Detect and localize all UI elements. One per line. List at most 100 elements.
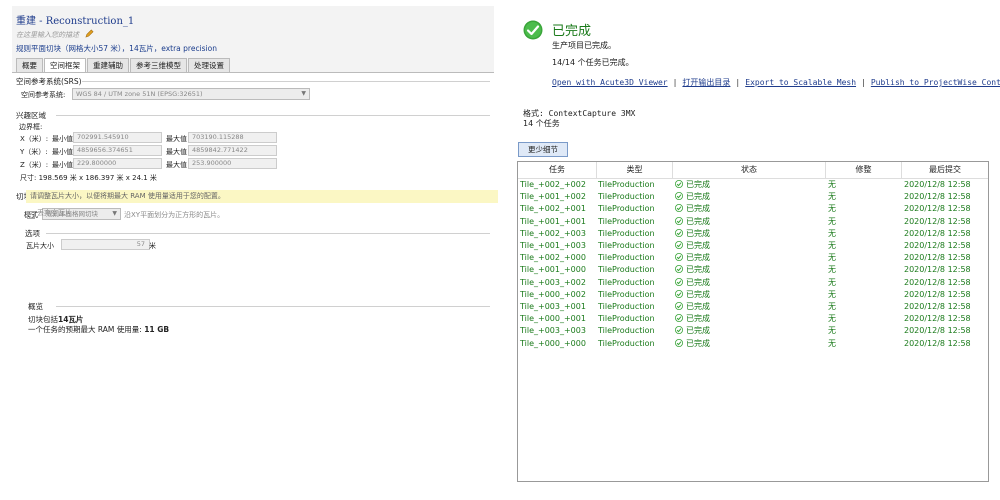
retouch-cell: 无 <box>828 302 836 311</box>
export-scalable-mesh-link[interactable]: Export to Scalable Mesh <box>745 78 856 87</box>
status-cell: 已完成 <box>675 264 710 276</box>
tab-bar: 概要 空间框架 重建辅助 参考三维模型 处理设置 <box>16 58 231 72</box>
x-min-field[interactable]: 702991.545910 <box>73 132 162 143</box>
task-cell: Tile_+001_+001 <box>520 216 586 226</box>
last-submitted-cell: 2020/12/8 12:58 <box>904 216 971 226</box>
y-max-field[interactable]: 4859842.771422 <box>188 145 277 156</box>
y-min-field[interactable]: 4859656.374651 <box>73 145 162 156</box>
panel-header: 重建 - Reconstruction_1 在这里输入您的描述 规则平面切块（网… <box>12 6 494 58</box>
status-cell: 已完成 <box>675 203 710 215</box>
task-cell: Tile_+000_+001 <box>520 314 586 324</box>
retouch-cell: 无 <box>828 216 836 226</box>
tab-general[interactable]: 概要 <box>16 58 43 72</box>
discard-empty-label: 丢弃空瓦片 <box>37 209 72 217</box>
check-circle-icon <box>675 204 683 213</box>
reconstruction-title: 重建 - Reconstruction_1 <box>16 16 135 27</box>
tile-size-unit: 米 <box>149 242 156 250</box>
x-max-field[interactable]: 703190.115288 <box>188 132 277 143</box>
tab-reference-3d-model[interactable]: 参考三维模型 <box>130 58 187 72</box>
task-cell: Tile_+003_+003 <box>520 326 586 336</box>
discard-empty-checkbox[interactable]: ✓ 丢弃空瓦片 <box>27 208 72 219</box>
less-details-button[interactable]: 更少细节 <box>518 142 568 157</box>
table-row[interactable]: Tile_+000_+001 TileProduction 已完成 无 2020/12/… <box>518 313 988 325</box>
task-cell: Tile_+002_+000 <box>520 253 586 263</box>
status-cell: 已完成 <box>675 301 710 313</box>
task-cell: Tile_+001_+003 <box>520 241 586 250</box>
check-circle-icon <box>675 241 683 249</box>
tab-reconstruction-constraints[interactable]: 重建辅助 <box>87 58 129 72</box>
check-circle-icon <box>675 289 683 298</box>
check-circle-icon <box>675 338 683 347</box>
table-row[interactable]: Tile_+002_+001 TileProduction 已完成 无 2020/12/… <box>518 203 988 215</box>
overview-section-title: 概览 <box>28 302 43 311</box>
status-cell: 已完成 <box>675 325 710 337</box>
status-text: 已完成 <box>686 253 710 263</box>
col-header-retouch[interactable]: 修整 <box>826 162 902 179</box>
z-min-field[interactable]: 229.800000 <box>73 158 162 169</box>
task-cell: Tile_+001_+000 <box>520 265 586 275</box>
divider <box>82 81 490 82</box>
task-cell: Tile_+001_+002 <box>520 192 586 202</box>
task-cell: Tile_+000_+002 <box>520 289 586 299</box>
pencil-icon[interactable] <box>85 29 94 38</box>
check-circle-icon <box>675 314 683 323</box>
srs-select[interactable]: WGS 84 / UTM zone 51N (EPSG:32651) ▼ <box>72 88 310 100</box>
status-text: 已完成 <box>686 204 710 214</box>
col-header-last-submitted[interactable]: 最后提交 <box>902 162 988 179</box>
task-table: 任务 类型 状态 修整 最后提交 Tile_+002_+002 TileProdu… <box>517 161 989 482</box>
table-row[interactable]: Tile_+001_+002 TileProduction 已完成 无 2020/12/… <box>518 191 988 203</box>
col-header-task[interactable]: 任务 <box>518 162 597 179</box>
check-circle-icon <box>675 326 683 335</box>
publish-projectwise-link[interactable]: Publish to ProjectWise Context <box>871 78 1000 87</box>
open-output-folder-link[interactable]: 打开输出目录 <box>682 78 730 87</box>
type-cell: TileProduction <box>598 277 655 287</box>
status-cell: 已完成 <box>675 240 710 252</box>
retouch-cell: 无 <box>828 192 836 202</box>
retouch-cell: 无 <box>828 253 836 263</box>
status-text: 已完成 <box>686 241 710 250</box>
bbox-label: 边界框: <box>19 123 43 131</box>
y-min-label: 最小值 <box>52 148 73 156</box>
z-max-field[interactable]: 253.900000 <box>188 158 277 169</box>
type-cell: TileProduction <box>598 289 655 299</box>
table-row[interactable]: Tile_+002_+000 TileProduction 已完成 无 2020/12/… <box>518 252 988 264</box>
table-row[interactable]: Tile_+002_+002 TileProduction 已完成 无 2020/12/… <box>518 179 988 191</box>
table-row[interactable]: Tile_+003_+001 TileProduction 已完成 无 2020/12/… <box>518 301 988 313</box>
tab-spatial-framework[interactable]: 空间框架 <box>44 58 86 72</box>
tile-size-field[interactable]: 57 <box>61 239 150 250</box>
status-cell: 已完成 <box>675 289 710 301</box>
table-row[interactable]: Tile_+002_+003 TileProduction 已完成 无 2020/12/… <box>518 228 988 240</box>
spatial-framework-pane: 空间参考系统(SRS) 空间参考系统: WGS 84 / UTM zone 51… <box>12 72 494 339</box>
status-cell: 已完成 <box>675 338 710 350</box>
overview-ram: 一个任务的预期最大 RAM 使用量: 11 GB <box>28 324 169 335</box>
type-cell: TileProduction <box>598 314 655 324</box>
description-input[interactable]: 在这里输入您的描述 <box>16 28 94 40</box>
col-header-type[interactable]: 类型 <box>597 162 673 179</box>
open-viewer-link[interactable]: Open with Acute3D Viewer <box>552 78 668 87</box>
table-row[interactable]: Tile_+003_+003 TileProduction 已完成 无 2020/12/… <box>518 325 988 337</box>
last-submitted-cell: 2020/12/8 12:58 <box>904 277 971 287</box>
x-axis-label: X（米）: <box>20 135 49 143</box>
y-axis-label: Y（米）: <box>20 148 48 156</box>
action-links: Open with Acute3D Viewer | 打开输出目录 | Export t… <box>552 77 1000 88</box>
table-row[interactable]: Tile_+001_+003 TileProduction 已完成 无 2020/12/… <box>518 240 988 252</box>
status-cell: 已完成 <box>675 277 710 289</box>
options-section-title: 选项 <box>25 229 40 238</box>
status-cell: 已完成 <box>675 252 710 264</box>
status-text: 已完成 <box>686 302 710 311</box>
table-row[interactable]: Tile_+001_+001 TileProduction 已完成 无 2020/12/… <box>518 216 988 228</box>
type-cell: TileProduction <box>598 302 655 311</box>
table-row[interactable]: Tile_+000_+000 TileProduction 已完成 无 2020/12/… <box>518 338 988 350</box>
check-circle-icon <box>675 216 683 225</box>
type-cell: TileProduction <box>598 338 655 348</box>
check-circle-icon <box>675 265 683 274</box>
col-header-status[interactable]: 状态 <box>673 162 826 179</box>
table-row[interactable]: Tile_+003_+002 TileProduction 已完成 无 2020/12/… <box>518 277 988 289</box>
tab-processing-settings[interactable]: 处理设置 <box>188 58 230 72</box>
srs-section-title: 空间参考系统(SRS) <box>16 77 82 86</box>
table-row[interactable]: Tile_+001_+000 TileProduction 已完成 无 2020/12/… <box>518 264 988 276</box>
table-row[interactable]: Tile_+000_+002 TileProduction 已完成 无 2020/12/… <box>518 289 988 301</box>
type-cell: TileProduction <box>598 180 655 189</box>
tiling-mode-hint: 沿XY平面划分为正方形的瓦片。 <box>124 211 225 219</box>
type-cell: TileProduction <box>598 204 655 214</box>
